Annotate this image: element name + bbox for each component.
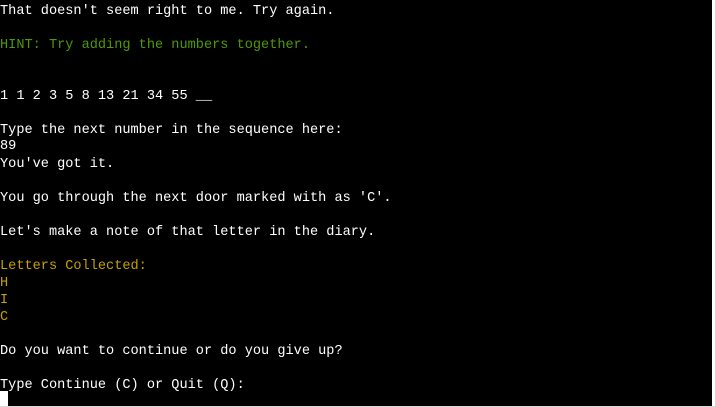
text-cursor[interactable] [0,391,8,406]
collected-letter: I [0,293,9,308]
door-message: You go through the next door marked with… [0,191,392,206]
sequence-text: 1 1 2 3 5 8 13 21 34 55 __ [0,89,213,104]
success-message: You've got it. [0,157,115,172]
continue-question: Do you want to continue or do you give u… [0,344,343,359]
sequence-prompt: Type the next number in the sequence her… [0,123,343,138]
hint-text: HINT: Try adding the numbers together. [0,38,310,53]
user-input-echo: 89 [0,139,17,154]
collected-letter: H [0,276,9,291]
diary-message: Let's make a note of that letter in the … [0,225,376,240]
continue-prompt: Type Continue (C) or Quit (Q): [0,378,245,393]
letters-header: Letters Collected: [0,259,147,274]
terminal-window[interactable]: That doesn't seem right to me. Try again… [0,0,715,407]
error-message: That doesn't seem right to me. Try again… [0,4,335,19]
collected-letter: C [0,310,9,325]
